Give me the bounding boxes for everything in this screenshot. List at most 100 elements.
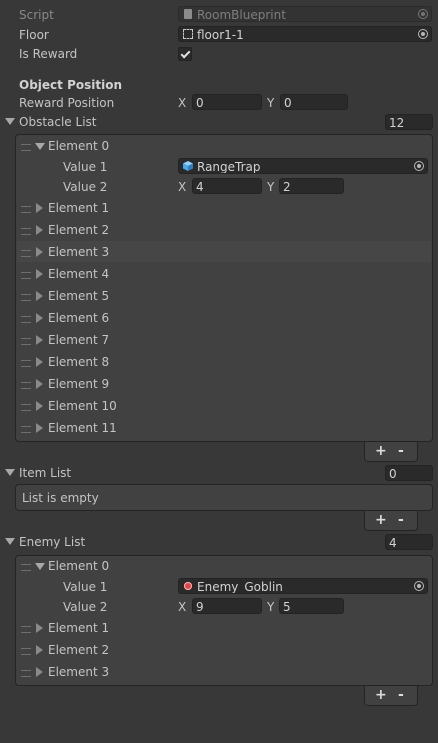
enemy-list-footer: + - <box>364 686 418 706</box>
chevron-right-icon[interactable] <box>36 423 43 433</box>
enemy-element-0-label[interactable]: Element 0 <box>48 558 109 574</box>
element-0-foldout-icon[interactable] <box>35 563 45 570</box>
script-asset-icon <box>184 9 192 19</box>
script-label: Script <box>19 8 54 22</box>
obstacle-x-input[interactable]: 4 <box>192 178 262 194</box>
red-dot-icon <box>184 582 192 590</box>
enemy-y-input[interactable]: 5 <box>279 598 344 614</box>
chevron-right-icon[interactable] <box>36 203 43 213</box>
element-label: Element 3 <box>48 245 110 259</box>
item-list-box: List is empty <box>15 484 433 511</box>
chevron-right-icon[interactable] <box>36 379 43 389</box>
chevron-right-icon[interactable] <box>36 645 43 655</box>
chevron-right-icon[interactable] <box>36 335 43 345</box>
obstacle-y-input[interactable]: 2 <box>279 178 344 194</box>
element-label: Element 8 <box>48 355 110 369</box>
enemy-list-box: Element 0 Value 1 Enemy_Goblin Value 2 X… <box>15 555 433 686</box>
enemy-x-label: X <box>178 600 187 614</box>
floor-label: Floor <box>19 28 49 42</box>
obstacle-list-footer: + - <box>364 442 418 462</box>
drag-handle-icon[interactable] <box>21 338 31 345</box>
drag-handle-icon[interactable] <box>21 144 31 151</box>
element-0-foldout-icon[interactable] <box>35 143 45 150</box>
cube-icon <box>183 161 193 171</box>
obstacle-x-label: X <box>178 180 187 194</box>
obstacle-list-size-input[interactable]: 12 <box>385 114 433 130</box>
drag-handle-icon[interactable] <box>21 564 31 571</box>
scene-asset-icon <box>183 29 193 39</box>
drag-handle-icon[interactable] <box>21 360 31 367</box>
reward-x-input[interactable]: 0 <box>192 94 262 110</box>
element-label: Element 9 <box>48 377 110 391</box>
element-label: Element 1 <box>48 621 110 635</box>
drag-handle-icon[interactable] <box>21 426 31 433</box>
enemy-list-size-input[interactable]: 4 <box>385 534 433 550</box>
chevron-right-icon[interactable] <box>36 269 43 279</box>
enemy-value1-label: Value 1 <box>63 580 108 594</box>
drag-handle-icon[interactable] <box>21 294 31 301</box>
obstacle-value1-text: RangeTrap <box>197 160 261 174</box>
drag-handle-icon[interactable] <box>21 272 31 279</box>
remove-element-button[interactable]: - <box>398 442 404 460</box>
chevron-right-icon[interactable] <box>36 313 43 323</box>
is-reward-label: Is Reward <box>19 47 78 61</box>
element-label: Element 11 <box>48 421 117 435</box>
object-picker-icon[interactable] <box>414 161 424 171</box>
enemy-value2-label: Value 2 <box>63 600 108 614</box>
add-element-button[interactable]: + <box>375 442 387 460</box>
element-label: Element 10 <box>48 399 117 413</box>
chevron-right-icon[interactable] <box>36 401 43 411</box>
enemy-list-foldout-icon[interactable] <box>5 538 15 545</box>
element-label: Element 3 <box>48 665 110 679</box>
obstacle-y-label: Y <box>267 180 275 194</box>
chevron-right-icon[interactable] <box>36 667 43 677</box>
obstacle-element-0-label[interactable]: Element 0 <box>48 138 109 154</box>
drag-handle-icon[interactable] <box>21 648 31 655</box>
element-label: Element 1 <box>48 201 110 215</box>
chevron-right-icon[interactable] <box>36 225 43 235</box>
object-picker-icon <box>418 9 428 19</box>
obstacle-value2-label: Value 2 <box>63 180 108 194</box>
enemy-value1-text: Enemy_Goblin <box>197 580 283 594</box>
obstacle-value1-field[interactable]: RangeTrap <box>178 158 428 174</box>
obstacle-list-box: Element 0 Value 1 RangeTrap Value 2 X 4 … <box>15 134 433 442</box>
drag-handle-icon[interactable] <box>21 382 31 389</box>
enemy-value1-field[interactable]: Enemy_Goblin <box>178 578 428 594</box>
obstacle-value1-label: Value 1 <box>63 160 108 174</box>
reward-y-input[interactable]: 0 <box>280 94 348 110</box>
obstacle-list-label[interactable]: Obstacle List <box>19 114 96 130</box>
remove-element-button[interactable]: - <box>398 686 404 704</box>
drag-handle-icon[interactable] <box>21 206 31 213</box>
element-label: Element 4 <box>48 267 110 281</box>
item-list-size-input[interactable]: 0 <box>385 465 433 481</box>
enemy-y-label: Y <box>267 600 275 614</box>
chevron-right-icon[interactable] <box>36 247 43 257</box>
script-value: RoomBlueprint <box>197 8 286 22</box>
reward-x-label: X <box>178 96 187 110</box>
add-element-button[interactable]: + <box>375 511 387 529</box>
enemy-list-label[interactable]: Enemy List <box>19 534 85 550</box>
drag-handle-icon[interactable] <box>21 670 31 677</box>
drag-handle-icon[interactable] <box>21 404 31 411</box>
add-element-button[interactable]: + <box>375 686 387 704</box>
obstacle-list-foldout-icon[interactable] <box>5 118 15 125</box>
chevron-right-icon[interactable] <box>36 357 43 367</box>
chevron-right-icon[interactable] <box>36 291 43 301</box>
drag-handle-icon[interactable] <box>21 228 31 235</box>
item-list-foldout-icon[interactable] <box>5 469 15 476</box>
drag-handle-icon[interactable] <box>21 626 31 633</box>
floor-field[interactable]: floor1-1 <box>178 26 432 42</box>
drag-handle-icon[interactable] <box>21 250 31 257</box>
reward-y-label: Y <box>267 96 275 110</box>
enemy-x-input[interactable]: 9 <box>192 598 262 614</box>
drag-handle-icon[interactable] <box>21 316 31 323</box>
script-field: RoomBlueprint <box>178 6 432 22</box>
object-picker-icon[interactable] <box>418 29 428 39</box>
chevron-right-icon[interactable] <box>36 623 43 633</box>
object-picker-icon[interactable] <box>414 581 424 591</box>
remove-element-button[interactable]: - <box>398 511 404 529</box>
item-list-label[interactable]: Item List <box>19 465 71 481</box>
element-label: Element 2 <box>48 223 110 237</box>
is-reward-checkbox[interactable] <box>178 47 192 61</box>
element-label: Element 6 <box>48 311 110 325</box>
